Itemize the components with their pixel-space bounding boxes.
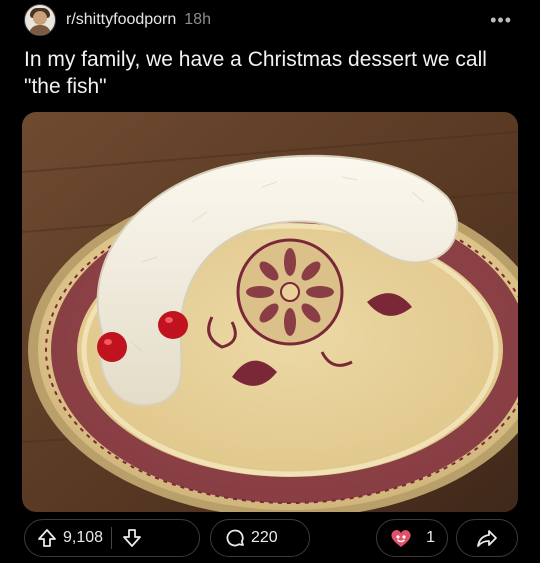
post-image[interactable] bbox=[22, 112, 518, 512]
comment-count: 220 bbox=[251, 529, 278, 546]
award-button[interactable]: 1 bbox=[376, 519, 448, 557]
dessert-fish-photo bbox=[22, 112, 518, 512]
post-header: r/shittyfoodporn 18h ••• bbox=[24, 4, 516, 36]
post-actions: 9,108 220 1 bbox=[24, 519, 518, 559]
upvote-count: 9,108 bbox=[63, 529, 104, 546]
vote-pill: 9,108 bbox=[24, 519, 200, 557]
share-button[interactable] bbox=[456, 519, 518, 557]
post-age: 18h bbox=[184, 11, 211, 28]
comment-bubble-icon bbox=[225, 528, 245, 548]
post-title[interactable]: In my family, we have a Christmas desser… bbox=[24, 46, 516, 100]
downvote-arrow-icon[interactable] bbox=[122, 528, 142, 548]
share-arrow-icon bbox=[476, 528, 498, 548]
comments-button[interactable]: 220 bbox=[210, 519, 310, 557]
more-options-icon[interactable]: ••• bbox=[490, 10, 512, 31]
award-icon bbox=[389, 527, 413, 549]
upvote-arrow-icon[interactable] bbox=[37, 528, 57, 548]
subreddit-name[interactable]: r/shittyfoodporn bbox=[66, 11, 176, 29]
award-count: 1 bbox=[426, 529, 435, 546]
subreddit-avatar[interactable] bbox=[24, 4, 56, 36]
